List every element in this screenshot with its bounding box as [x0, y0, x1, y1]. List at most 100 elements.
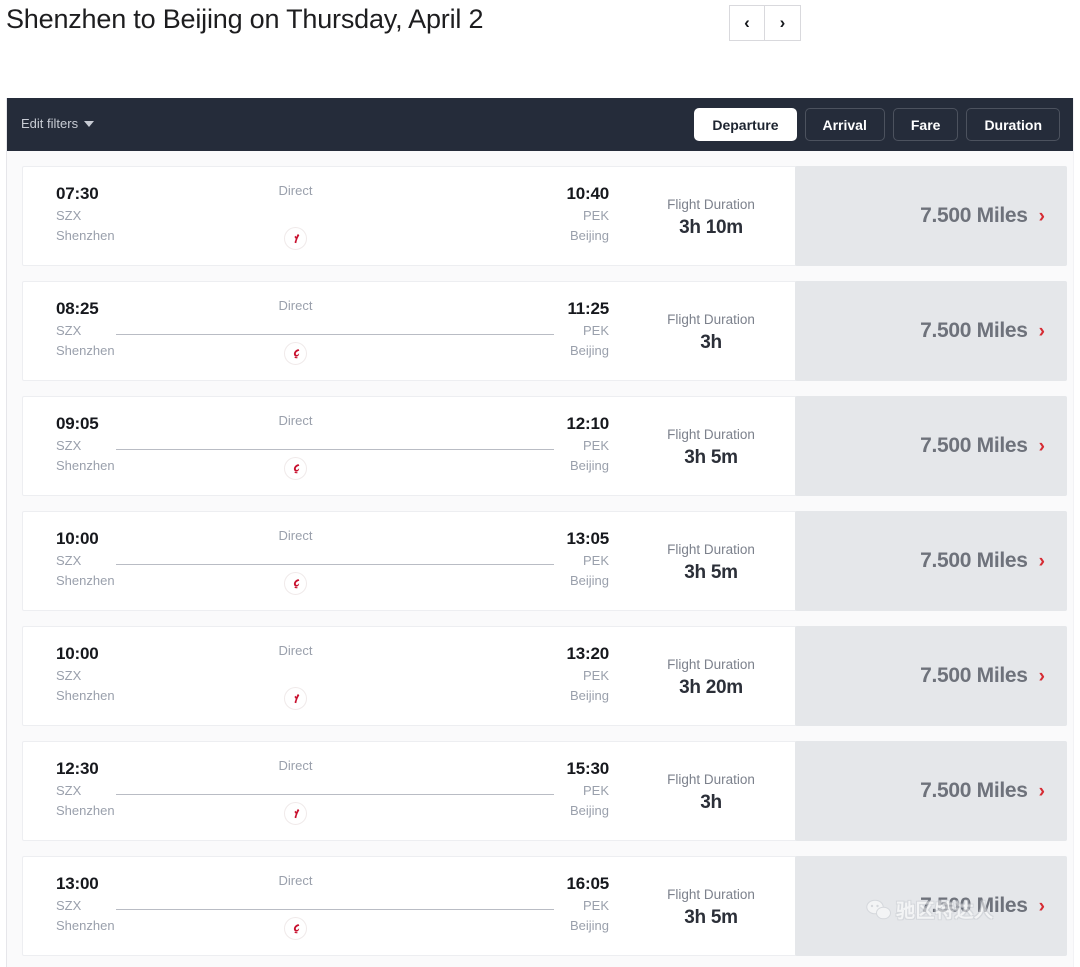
origin-airport-code: SZX	[56, 320, 115, 341]
hainan-airlines-logo-icon	[284, 802, 307, 825]
air-china-logo-icon	[284, 342, 307, 365]
duration-value: 3h 10m	[616, 215, 806, 241]
destination-airport-code: PEK	[567, 780, 609, 801]
flight-details-card[interactable]: 12:30SZXShenzhenDirect15:30PEKBeijingFli…	[22, 741, 797, 841]
select-fare-button[interactable]: 7.500 Miles›	[795, 396, 1067, 496]
duration-caption: Flight Duration	[616, 425, 806, 445]
arrival-block: 10:40PEKBeijing	[567, 183, 609, 246]
next-day-button[interactable]: ›	[765, 5, 801, 41]
air-china-logo-icon	[289, 577, 303, 591]
edit-filters-dropdown[interactable]: Edit filters	[21, 116, 94, 131]
sort-button-duration[interactable]: Duration	[966, 108, 1060, 141]
origin-airport-code: SZX	[56, 665, 115, 686]
stops-label: Direct	[23, 643, 568, 658]
destination-city: Beijing	[567, 686, 609, 706]
duration-caption: Flight Duration	[616, 540, 806, 560]
stops-label: Direct	[23, 183, 568, 198]
hainan-airlines-logo-icon	[289, 807, 303, 821]
destination-airport-code: PEK	[567, 895, 609, 916]
route-line	[116, 794, 554, 795]
arrival-time: 11:25	[567, 298, 609, 320]
chevron-right-icon: ›	[1039, 552, 1045, 571]
stops-label: Direct	[23, 528, 568, 543]
miles-price: 7.500 Miles	[920, 779, 1028, 803]
airline-logo	[23, 687, 568, 710]
flight-details-card[interactable]: 13:00SZXShenzhenDirect16:05PEKBeijingFli…	[22, 856, 797, 956]
destination-city: Beijing	[567, 801, 609, 821]
chevron-right-icon: ›	[1039, 897, 1045, 916]
flight-row[interactable]: 09:05SZXShenzhenDirect12:10PEKBeijingFli…	[7, 396, 1073, 496]
arrival-time: 10:40	[567, 183, 609, 205]
arrival-time: 13:20	[567, 643, 609, 665]
air-china-logo-icon	[284, 917, 307, 940]
previous-day-button[interactable]: ‹	[729, 5, 765, 41]
sort-button-arrival[interactable]: Arrival	[805, 108, 885, 141]
hainan-airlines-logo-icon	[289, 692, 303, 706]
arrival-time: 12:10	[567, 413, 609, 435]
results-container: Edit filters Departure ArrivalFareDuratio…	[6, 98, 1074, 967]
select-fare-button[interactable]: 7.500 Miles ›	[795, 511, 1067, 611]
select-fare-button[interactable]: 7.500 Miles›	[795, 741, 1067, 841]
chevron-right-icon: ›	[1039, 437, 1045, 456]
flight-details-card[interactable]: 08:25SZXShenzhenDirect11:25PEKBeijingFli…	[22, 281, 797, 381]
air-china-logo-icon	[289, 347, 303, 361]
sort-button-fare[interactable]: Fare	[893, 108, 959, 141]
flight-row[interactable]: 10:00SZXShenzhenDirect13:05PEKBeijingFli…	[7, 511, 1073, 611]
route-line	[116, 334, 554, 335]
destination-city: Beijing	[567, 456, 609, 476]
arrival-block: 12:10PEKBeijing	[567, 413, 609, 476]
destination-airport-code: PEK	[567, 320, 609, 341]
arrival-time: 13:05	[567, 528, 609, 550]
airline-logo	[23, 802, 568, 825]
select-fare-button[interactable]: 7.500 Miles›	[795, 626, 1067, 726]
duration-caption: Flight Duration	[616, 195, 806, 215]
flight-row[interactable]: 08:25SZXShenzhenDirect11:25PEKBeijingFli…	[7, 281, 1073, 381]
duration-block: Flight Duration3h 5m	[616, 885, 806, 931]
miles-price: 7.500 Miles	[920, 319, 1028, 343]
duration-caption: Flight Duration	[616, 770, 806, 790]
duration-value: 3h 5m	[616, 560, 806, 586]
flight-details-card[interactable]: 07:30SZXShenzhenDirect10:40PEKBeijingFli…	[22, 166, 797, 266]
flight-row[interactable]: 13:00SZXShenzhenDirect16:05PEKBeijingFli…	[7, 856, 1073, 956]
airline-logo	[23, 917, 568, 940]
miles-price: 7.500 Miles	[920, 664, 1028, 688]
airline-logo	[23, 457, 568, 480]
stops-label: Direct	[23, 873, 568, 888]
duration-value: 3h 20m	[616, 675, 806, 701]
duration-block: Flight Duration3h 10m	[616, 195, 806, 241]
flight-details-card[interactable]: 10:00SZXShenzhenDirect13:20PEKBeijingFli…	[22, 626, 797, 726]
miles-price: 7.500 Miles	[920, 549, 1028, 573]
duration-value: 3h	[616, 790, 806, 816]
duration-caption: Flight Duration	[616, 885, 806, 905]
route-line	[116, 909, 554, 910]
flight-row[interactable]: 07:30SZXShenzhenDirect10:40PEKBeijingFli…	[7, 166, 1073, 266]
arrival-block: 13:05PEKBeijing	[567, 528, 609, 591]
duration-value: 3h	[616, 330, 806, 356]
stops-label: Direct	[23, 413, 568, 428]
flight-row[interactable]: 12:30SZXShenzhenDirect15:30PEKBeijingFli…	[7, 741, 1073, 841]
duration-caption: Flight Duration	[616, 310, 806, 330]
flight-row[interactable]: 10:00SZXShenzhenDirect13:20PEKBeijingFli…	[7, 626, 1073, 726]
miles-price: 7.500 Miles	[920, 894, 1028, 918]
origin-airport-code: SZX	[56, 205, 115, 226]
arrival-block: 11:25PEKBeijing	[567, 298, 609, 361]
duration-block: Flight Duration3h	[616, 310, 806, 356]
select-fare-button[interactable]: 7.500 Miles›	[795, 281, 1067, 381]
air-china-logo-icon	[289, 922, 303, 936]
destination-city: Beijing	[567, 571, 609, 591]
select-fare-button[interactable]: 7.500 Miles ›	[795, 856, 1067, 956]
flight-details-card[interactable]: 10:00SZXShenzhenDirect13:05PEKBeijingFli…	[22, 511, 797, 611]
sort-button-departure[interactable]: Departure	[694, 108, 796, 141]
arrival-block: 15:30PEKBeijing	[567, 758, 609, 821]
arrival-block: 13:20PEKBeijing	[567, 643, 609, 706]
chevron-right-icon: ›	[1039, 207, 1045, 226]
select-fare-button[interactable]: 7.500 Miles›	[795, 166, 1067, 266]
hainan-airlines-logo-icon	[289, 232, 303, 246]
origin-airport-code: SZX	[56, 780, 115, 801]
air-china-logo-icon	[284, 572, 307, 595]
destination-airport-code: PEK	[567, 550, 609, 571]
flight-details-card[interactable]: 09:05SZXShenzhenDirect12:10PEKBeijingFli…	[22, 396, 797, 496]
origin-airport-code: SZX	[56, 435, 115, 456]
flight-results-list: 07:30SZXShenzhenDirect10:40PEKBeijingFli…	[7, 151, 1073, 956]
destination-airport-code: PEK	[567, 205, 609, 226]
